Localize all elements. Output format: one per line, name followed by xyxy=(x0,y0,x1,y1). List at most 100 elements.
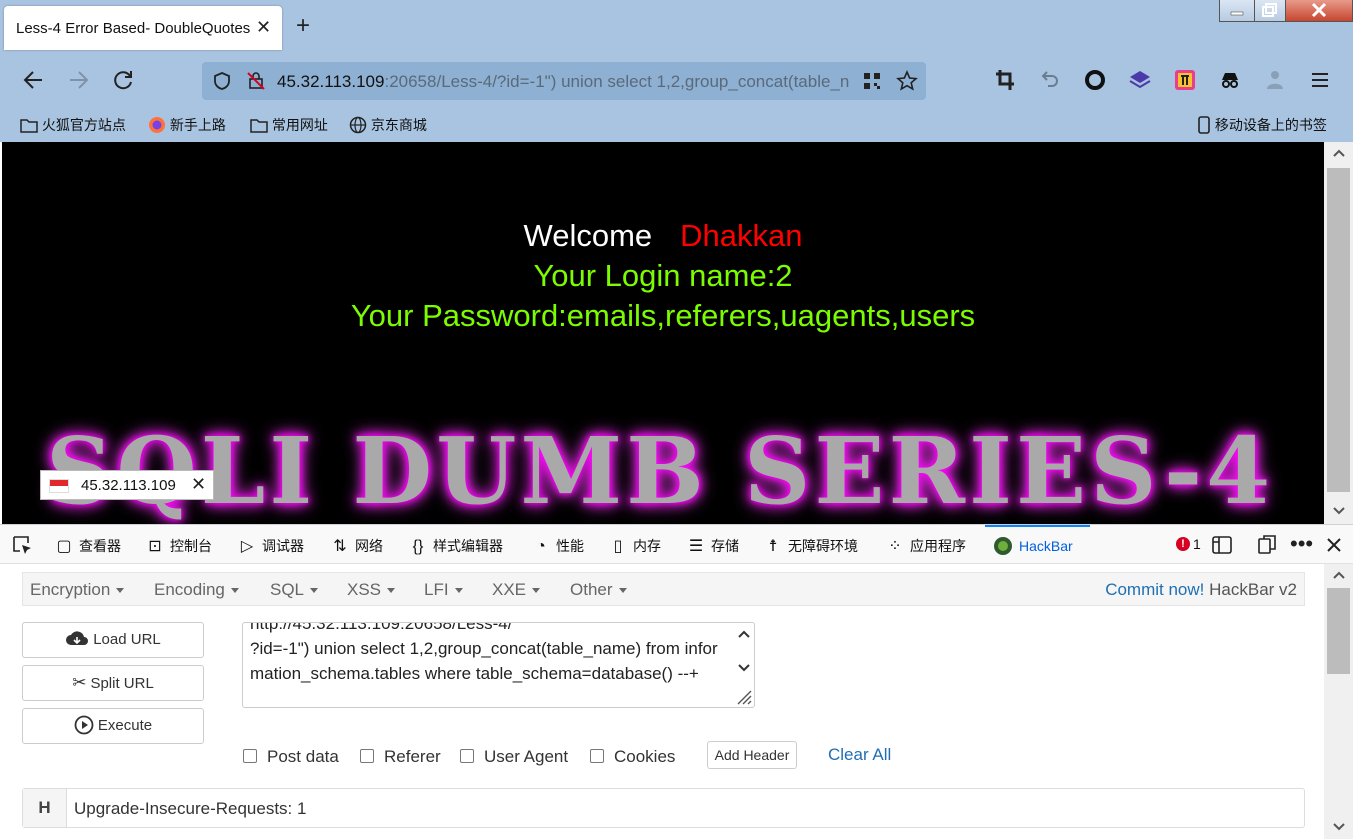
element-picker-icon[interactable] xyxy=(12,535,34,555)
caret-down-icon xyxy=(116,588,125,594)
folder-icon xyxy=(250,119,268,133)
qr-code-icon[interactable] xyxy=(863,72,881,90)
shield-icon[interactable] xyxy=(212,71,232,91)
insecure-lock-icon[interactable] xyxy=(246,71,266,91)
tab-storage[interactable]: ☰ 存储 xyxy=(687,536,739,556)
caret-down-icon xyxy=(618,588,627,594)
tab-close-icon[interactable]: ✕ xyxy=(256,17,271,38)
url-text[interactable]: 45.32.113.109:20658/Less-4/?id=-1") unio… xyxy=(277,72,850,92)
bookmark-item[interactable]: 常用网址 xyxy=(250,115,328,135)
url-textarea[interactable]: http://45.32.113.109:20658/Less-4/ ?id=-… xyxy=(242,622,755,708)
tab-style-editor[interactable]: {} 样式编辑器 xyxy=(409,536,503,556)
crop-icon[interactable] xyxy=(994,68,1016,92)
scroll-down-icon[interactable] xyxy=(1332,506,1346,516)
login-name-text: Your Login name:2 xyxy=(533,258,793,293)
error-icon[interactable]: ! xyxy=(1176,537,1190,551)
menu-xxe[interactable]: XXE xyxy=(492,580,541,600)
execute-button[interactable]: Execute xyxy=(22,708,204,744)
flag-icon xyxy=(49,479,69,493)
clear-all-link[interactable]: Clear All xyxy=(828,745,891,765)
checkbox-box[interactable] xyxy=(360,749,374,763)
tab-network[interactable]: ⇅ 网络 xyxy=(331,536,383,556)
bookmark-star-icon[interactable] xyxy=(896,70,918,92)
undo-icon[interactable] xyxy=(1038,68,1060,92)
maximize-button[interactable] xyxy=(1254,0,1286,22)
close-icon[interactable]: ✕ xyxy=(191,474,206,495)
bookmark-item[interactable]: 火狐官方站点 xyxy=(20,115,126,135)
address-bar[interactable]: 45.32.113.109:20658/Less-4/?id=-1") unio… xyxy=(202,62,926,100)
menu-encoding[interactable]: Encoding xyxy=(154,580,239,600)
ip-address: 45.32.113.109 xyxy=(81,477,176,494)
commit-link[interactable]: Commit now! xyxy=(1105,580,1204,599)
tab-memory[interactable]: ▯ 内存 xyxy=(609,536,661,556)
dock-icon[interactable] xyxy=(1257,535,1277,555)
checkbox-box[interactable] xyxy=(460,749,474,763)
reload-icon[interactable] xyxy=(112,68,134,92)
bookmark-label: 新手上路 xyxy=(169,117,226,133)
tab-bar: Less-4 Error Based- DoubleQuotes ✕ + xyxy=(0,0,1353,56)
menu-xss[interactable]: XSS xyxy=(347,580,396,600)
error-count[interactable]: 1 xyxy=(1193,536,1201,552)
tab-console[interactable]: ⊡ 控制台 xyxy=(146,536,212,556)
tab-performance[interactable]: ◔ 性能 xyxy=(532,536,584,556)
folder-icon xyxy=(20,119,38,133)
hackbar-scrollbar[interactable] xyxy=(1324,564,1353,839)
post-data-checkbox[interactable]: Post data xyxy=(243,747,339,767)
resize-grip-icon[interactable] xyxy=(734,687,752,705)
scroll-up-icon[interactable] xyxy=(1332,570,1346,580)
checkbox-box[interactable] xyxy=(590,749,604,763)
mobile-bookmarks[interactable]: 移动设备上的书签 xyxy=(1197,115,1327,135)
tab-hackbar[interactable]: HackBar xyxy=(993,536,1073,556)
cookies-checkbox[interactable]: Cookies xyxy=(590,747,675,767)
browser-tab[interactable]: Less-4 Error Based- DoubleQuotes ✕ xyxy=(4,6,282,50)
minimize-button[interactable] xyxy=(1219,0,1255,22)
forward-icon[interactable] xyxy=(68,68,90,92)
scroll-down-icon[interactable] xyxy=(737,663,751,673)
page-scrollbar[interactable] xyxy=(1324,142,1353,524)
split-url-button[interactable]: ✂ Split URL xyxy=(22,665,204,701)
caret-down-icon xyxy=(454,588,463,594)
close-window-button[interactable] xyxy=(1285,0,1353,22)
scroll-up-icon[interactable] xyxy=(1332,148,1346,158)
checkbox-box[interactable] xyxy=(243,749,257,763)
load-url-button[interactable]: Load URL xyxy=(22,622,204,658)
hackbar-icon xyxy=(994,537,1012,555)
menu-lfi[interactable]: LFI xyxy=(424,580,463,600)
referer-checkbox[interactable]: Referer xyxy=(360,747,441,767)
scrollbar-thumb[interactable] xyxy=(1327,168,1350,492)
split-console-icon[interactable] xyxy=(1212,536,1232,554)
more-options-icon[interactable]: ••• xyxy=(1290,531,1313,557)
extension-pi-icon[interactable] xyxy=(1173,68,1197,92)
menu-sql[interactable]: SQL xyxy=(270,580,319,600)
play-icon xyxy=(74,715,94,735)
bookmark-item[interactable]: 京东商城 xyxy=(349,115,427,135)
header-value-input[interactable]: Upgrade-Insecure-Requests: 1 xyxy=(74,799,306,819)
console-icon: ⊡ xyxy=(148,538,162,555)
menu-encryption[interactable]: Encryption xyxy=(30,580,125,600)
close-devtools-icon[interactable] xyxy=(1326,537,1342,553)
scroll-down-icon[interactable] xyxy=(1332,822,1346,832)
tab-application[interactable]: ⁘ 应用程序 xyxy=(886,536,966,556)
tab-debugger[interactable]: ▷ 调试器 xyxy=(238,536,304,556)
scrollbar-thumb[interactable] xyxy=(1327,588,1350,674)
bookmark-label: 京东商城 xyxy=(370,117,427,133)
new-tab-button[interactable]: + xyxy=(296,14,310,38)
scroll-up-icon[interactable] xyxy=(737,629,751,639)
tab-inspector[interactable]: ▢ 查看器 xyxy=(55,536,121,556)
bookmark-item[interactable]: 新手上路 xyxy=(148,115,226,135)
extension-layers-icon[interactable] xyxy=(1128,68,1152,92)
extension-circle-icon[interactable] xyxy=(1083,68,1107,92)
menu-other[interactable]: Other xyxy=(570,580,627,600)
menu-icon[interactable] xyxy=(1309,68,1331,92)
restore-icon xyxy=(1262,3,1277,17)
back-icon[interactable] xyxy=(22,68,44,92)
extension-puzzle-icon[interactable] xyxy=(1263,68,1287,92)
mobile-icon xyxy=(1198,116,1210,134)
add-header-button[interactable]: Add Header xyxy=(707,741,797,769)
extension-spy-icon[interactable] xyxy=(1218,68,1242,92)
tab-accessibility[interactable]: ☨ 无障碍环境 xyxy=(764,536,858,556)
textarea-scrollbar[interactable] xyxy=(732,623,754,707)
url-textarea-value[interactable]: http://45.32.113.109:20658/Less-4/ ?id=-… xyxy=(250,623,728,686)
memory-icon: ▯ xyxy=(613,538,623,555)
user-agent-checkbox[interactable]: User Agent xyxy=(460,747,568,767)
